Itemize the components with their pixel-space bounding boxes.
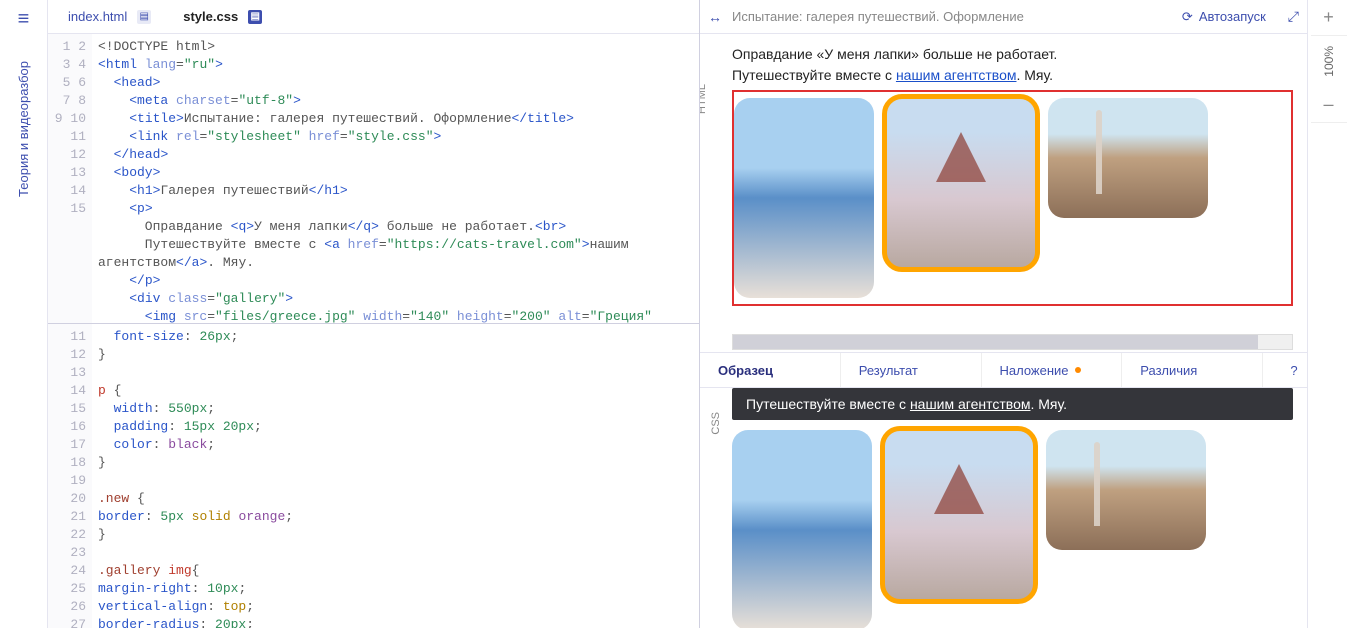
code-area[interactable]: font-size: 26px; } p { width: 550px; pad… <box>92 324 699 628</box>
preview-body: HTML Оправдание «У меня лапки» больше не… <box>700 34 1307 330</box>
tab-result[interactable]: Результат <box>841 353 982 387</box>
line-gutter: 1 2 3 4 5 6 7 8 9 10 11 12 13 14 15 <box>48 34 92 323</box>
expand-icon[interactable]: ⤢ <box>1288 8 1299 25</box>
gallery-sample <box>732 430 1293 628</box>
autoplay-button[interactable]: ⟳ Автозапуск <box>1182 9 1266 25</box>
code-area[interactable]: <!DOCTYPE html> <html lang="ru"> <head> … <box>92 34 699 323</box>
zoom-in-button[interactable]: + <box>1311 0 1347 36</box>
zoom-out-button[interactable]: – <box>1311 87 1347 123</box>
preview-header: ↔ Испытание: галерея путешествий. Оформл… <box>700 0 1307 34</box>
gallery <box>734 98 1291 298</box>
image-greece <box>732 430 872 628</box>
sample-body: CSS Путешествуйте вместе с нашим агентст… <box>700 388 1307 628</box>
tab-diff[interactable]: Различия <box>1122 353 1263 387</box>
css-editor[interactable]: 11 12 13 14 15 16 17 18 19 20 21 22 23 2… <box>48 324 699 628</box>
result-tabs: Образец Результат Наложение Различия ? <box>700 352 1307 388</box>
tab-sample[interactable]: Образец <box>700 353 841 387</box>
theory-link[interactable]: Теория и видеоразбор <box>16 61 31 197</box>
preview-column: ↔ Испытание: галерея путешествий. Оформл… <box>700 0 1307 628</box>
html-editor[interactable]: 1 2 3 4 5 6 7 8 9 10 11 12 13 14 15 <!DO… <box>48 34 699 324</box>
preview-title: Испытание: галерея путешествий. Оформлен… <box>732 9 1024 24</box>
zoom-percent: 100% <box>1322 36 1336 87</box>
drag-handle-icon[interactable]: ↔ <box>708 9 722 25</box>
autoplay-label: Автозапуск <box>1199 9 1266 24</box>
html-side-label: HTML <box>700 84 708 114</box>
split-icon[interactable]: ▤ <box>137 10 151 24</box>
right-rail: + 100% – <box>1307 0 1349 628</box>
preview-text: Оправдание «У меня лапки» больше не рабо… <box>732 44 1293 86</box>
left-rail: ≡ Теория и видеоразбор <box>0 0 48 628</box>
line-gutter: 11 12 13 14 15 16 17 18 19 20 21 22 23 2… <box>48 324 92 628</box>
play-icon: ⟳ <box>1182 9 1193 25</box>
sample-paragraph: Путешествуйте вместе с нашим агентством.… <box>732 388 1293 420</box>
tab-index-html[interactable]: index.html ▤ <box>52 0 167 33</box>
image-turkey <box>1048 98 1208 218</box>
diff-highlight <box>732 90 1293 306</box>
code-column: index.html ▤ style.css ▤ 1 2 3 4 5 6 7 8… <box>48 0 700 628</box>
image-greece <box>734 98 874 298</box>
css-side-label: CSS <box>710 412 722 435</box>
tab-help[interactable]: ? <box>1263 353 1307 387</box>
editor-tabs: index.html ▤ style.css ▤ <box>48 0 699 34</box>
image-japan <box>884 430 1034 600</box>
horizontal-scrollbar[interactable] <box>732 334 1293 350</box>
agency-link[interactable]: нашим агентством <box>896 67 1017 83</box>
indicator-dot-icon <box>1075 367 1081 373</box>
tab-overlay[interactable]: Наложение <box>982 353 1123 387</box>
tab-style-css[interactable]: style.css ▤ <box>167 0 278 33</box>
split-icon[interactable]: ▤ <box>248 10 262 24</box>
image-japan <box>886 98 1036 268</box>
image-turkey <box>1046 430 1206 550</box>
tab-label: index.html <box>68 9 127 24</box>
tab-label: style.css <box>183 9 238 24</box>
agency-link[interactable]: нашим агентством <box>910 396 1031 412</box>
menu-icon[interactable]: ≡ <box>18 8 30 31</box>
